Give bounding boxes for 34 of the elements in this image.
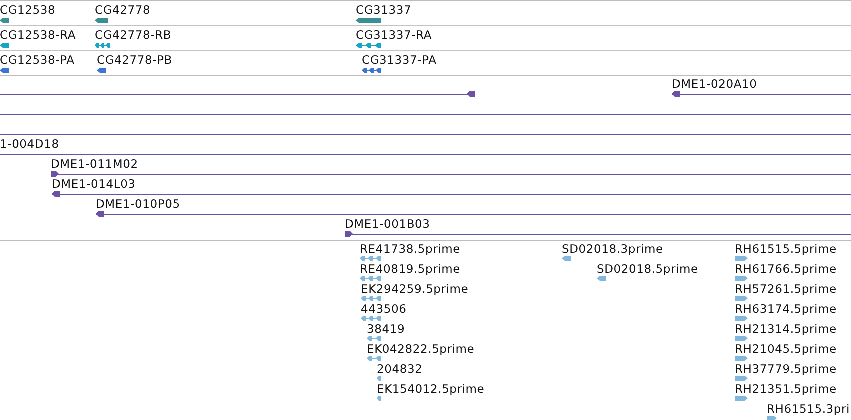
feature-label: RH57261.5prime bbox=[735, 282, 837, 296]
feature-label: RH61515.5prime bbox=[735, 242, 837, 256]
feature-label: CG42778-RB bbox=[95, 28, 172, 42]
feature-label: RH21314.5prime bbox=[735, 322, 837, 336]
feature-label: CG31337-PA bbox=[362, 53, 437, 67]
feature-label: CG42778-PB bbox=[97, 53, 172, 67]
feature-label: CG31337-RA bbox=[356, 28, 432, 42]
feature-label: RE40819.5prime bbox=[360, 262, 461, 276]
feature-label: RH21351.5prime bbox=[735, 382, 837, 396]
feature-label: EK154012.5prime bbox=[377, 382, 485, 396]
feature-label: DME1-020A10 bbox=[672, 77, 758, 91]
feature-label: DME1-011M02 bbox=[51, 157, 138, 171]
feature-label: RE41738.5prime bbox=[360, 242, 461, 256]
feature-label: CG42778 bbox=[95, 3, 151, 17]
feature-label: DME1-014L03 bbox=[52, 177, 136, 191]
feature-label: DME1-010P05 bbox=[96, 197, 180, 211]
feature-label: SD02018.3prime bbox=[562, 242, 664, 256]
feature-label: CG31337 bbox=[356, 3, 412, 17]
feature-label: RH61515.3pri bbox=[767, 402, 850, 416]
feature-label: EK042822.5prime bbox=[367, 342, 475, 356]
feature-label: RH37779.5prime bbox=[735, 362, 837, 376]
feature-label: RH21045.5prime bbox=[735, 342, 837, 356]
feature-label: CG12538 bbox=[0, 3, 56, 17]
feature-label: DME1-001B03 bbox=[345, 217, 430, 231]
feature-label: CG12538-RA bbox=[0, 28, 76, 42]
feature-label: 443506 bbox=[361, 302, 407, 316]
feature-label: RH63174.5prime bbox=[735, 302, 837, 316]
feature-label: 38419 bbox=[367, 322, 406, 336]
feature-label: EK294259.5prime bbox=[361, 282, 469, 296]
feature-label: SD02018.5prime bbox=[597, 262, 698, 276]
feature-label: 1-004D18 bbox=[0, 137, 60, 151]
feature-label: 204832 bbox=[377, 362, 423, 376]
feature-label: CG12538-PA bbox=[0, 53, 75, 67]
feature-label: RH61766.5prime bbox=[735, 262, 837, 276]
